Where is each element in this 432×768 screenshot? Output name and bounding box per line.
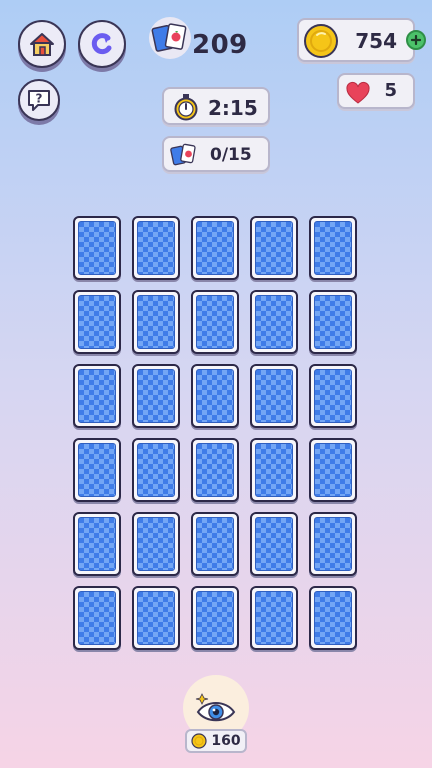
card-back-pattern: [137, 369, 175, 423]
memory-card[interactable]: [191, 438, 239, 502]
memory-card[interactable]: [73, 290, 121, 354]
card-back-pattern: [137, 517, 175, 571]
card-grid: [73, 216, 357, 650]
memory-card[interactable]: [250, 586, 298, 650]
memory-card[interactable]: [309, 512, 357, 576]
timer-value: 2:15: [208, 96, 258, 120]
card-back-pattern: [314, 443, 352, 497]
memory-card[interactable]: [250, 216, 298, 280]
card-back-pattern: [137, 443, 175, 497]
card-back-pattern: [196, 369, 234, 423]
card-back-pattern: [78, 591, 116, 645]
card-back-pattern: [255, 295, 293, 349]
memory-card[interactable]: [132, 512, 180, 576]
memory-card[interactable]: [309, 586, 357, 650]
heart-icon: [346, 81, 370, 104]
memory-card[interactable]: [132, 438, 180, 502]
timer-box: 2:15: [162, 87, 270, 125]
card-back-pattern: [314, 221, 352, 275]
card-back-pattern: [137, 591, 175, 645]
restart-button[interactable]: [78, 20, 126, 68]
memory-card[interactable]: [309, 438, 357, 502]
home-icon: [30, 33, 54, 56]
coin-icon: [191, 733, 207, 749]
memory-card[interactable]: [309, 290, 357, 354]
card-back-pattern: [196, 221, 234, 275]
memory-card[interactable]: [191, 290, 239, 354]
lives-value: 5: [384, 80, 397, 101]
memory-card[interactable]: [191, 364, 239, 428]
memory-card[interactable]: [132, 216, 180, 280]
card-back-pattern: [314, 295, 352, 349]
card-back-pattern: [196, 443, 234, 497]
help-button[interactable]: ?: [18, 79, 60, 121]
stopwatch-icon: [174, 94, 198, 121]
card-back-pattern: [196, 295, 234, 349]
card-back-pattern: [137, 221, 175, 275]
card-back-pattern: [78, 517, 116, 571]
cards-icon: [170, 143, 196, 166]
card-back-pattern: [314, 591, 352, 645]
memory-card[interactable]: [191, 512, 239, 576]
reveal-cost-value: 160: [211, 733, 241, 749]
memory-card[interactable]: [191, 216, 239, 280]
svg-text:?: ?: [36, 92, 43, 106]
card-back-pattern: [255, 369, 293, 423]
coins-value: 754: [355, 29, 397, 53]
card-back-pattern: [196, 591, 234, 645]
pairs-box: 0/15: [162, 136, 270, 172]
memory-card[interactable]: [73, 586, 121, 650]
plus-icon: [411, 35, 421, 45]
score-value: 209: [192, 30, 248, 60]
coins-counter: 754: [297, 18, 415, 62]
restart-icon: [91, 33, 112, 55]
card-back-pattern: [78, 443, 116, 497]
home-button[interactable]: [18, 20, 66, 68]
card-back-pattern: [196, 517, 234, 571]
memory-card[interactable]: [250, 438, 298, 502]
card-back-pattern: [255, 591, 293, 645]
card-back-pattern: [255, 221, 293, 275]
memory-card[interactable]: [309, 216, 357, 280]
help-icon: ?: [28, 90, 50, 111]
memory-card[interactable]: [132, 290, 180, 354]
lives-counter: 5: [337, 73, 415, 109]
memory-card[interactable]: [73, 364, 121, 428]
card-back-pattern: [255, 443, 293, 497]
add-coins-button[interactable]: [406, 30, 426, 50]
cards-icon: [149, 17, 191, 59]
memory-card[interactable]: [132, 364, 180, 428]
memory-card[interactable]: [73, 438, 121, 502]
memory-card[interactable]: [73, 512, 121, 576]
eye-icon: [195, 693, 236, 722]
coin-icon: [304, 24, 338, 58]
memory-card[interactable]: [250, 290, 298, 354]
memory-card[interactable]: [250, 512, 298, 576]
memory-card[interactable]: [73, 216, 121, 280]
memory-card[interactable]: [191, 586, 239, 650]
reveal-cost: 160: [185, 729, 247, 753]
card-back-pattern: [78, 295, 116, 349]
card-back-pattern: [314, 517, 352, 571]
pairs-value: 0/15: [210, 145, 252, 165]
memory-card[interactable]: [309, 364, 357, 428]
card-back-pattern: [137, 295, 175, 349]
card-back-pattern: [255, 517, 293, 571]
card-back-pattern: [78, 221, 116, 275]
memory-card[interactable]: [250, 364, 298, 428]
card-back-pattern: [78, 369, 116, 423]
memory-card[interactable]: [132, 586, 180, 650]
card-back-pattern: [314, 369, 352, 423]
